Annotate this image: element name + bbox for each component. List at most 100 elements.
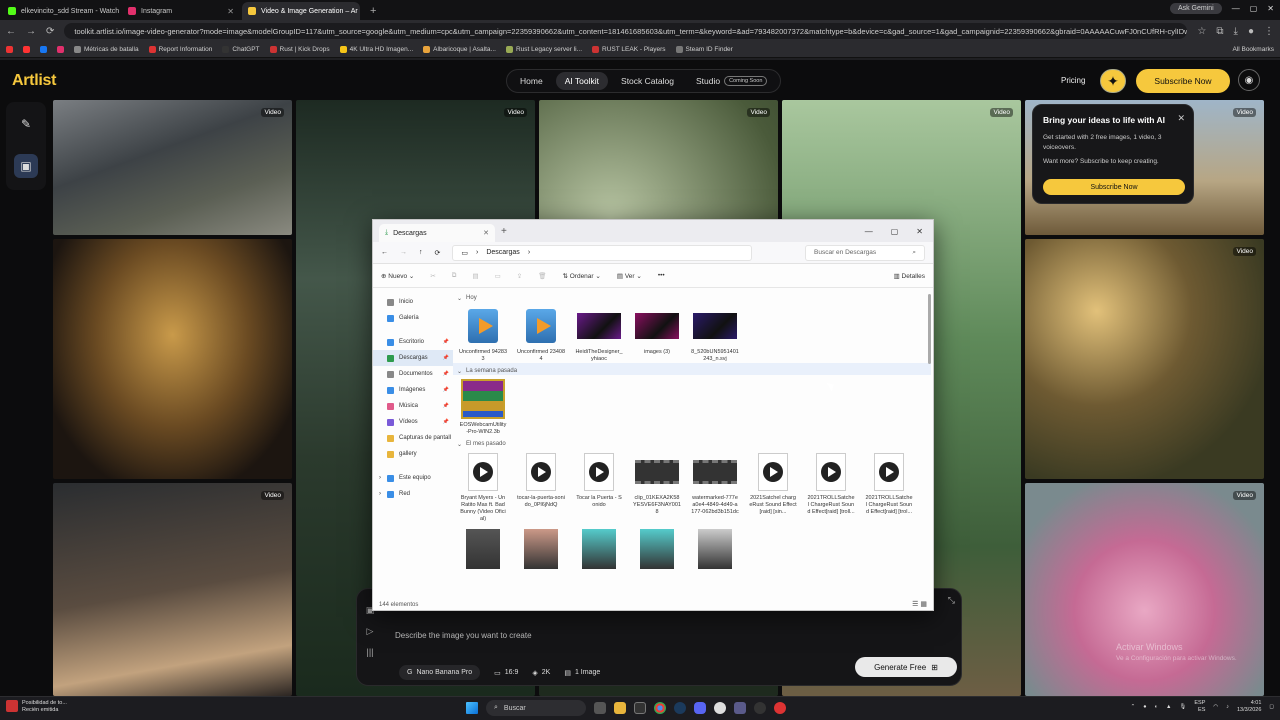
file-item[interactable] [459,529,507,569]
pricing-link[interactable]: Pricing [1061,76,1085,85]
browser-tab[interactable]: Instagram ✕ [122,2,240,20]
bookmark-item[interactable]: Report Information [148,46,212,53]
file-item[interactable]: Unconfirmed 942833 [459,306,507,363]
tray-chevron-icon[interactable]: ⌃ [1131,704,1136,710]
tray-app-icon[interactable]: ◐ [1155,704,1158,710]
file-item[interactable]: HeidiTheDesigner_yhiaoc [575,306,623,363]
bookmark-item[interactable]: RUST LEAK - Players [592,46,666,53]
sidebar-item-documentos[interactable]: Documentos 📌 [373,366,453,382]
discord-icon[interactable] [694,702,706,714]
download-icon[interactable]: ⤓ [1234,26,1238,37]
share-icon[interactable]: ⇪ [517,272,522,280]
paste-icon[interactable]: ▤ [472,272,478,280]
model-selector[interactable]: G Nano Banana Pro [399,665,481,680]
up-icon[interactable]: ↑ [419,249,423,256]
details-button[interactable]: ▥ Detalles [894,272,925,280]
reload-icon[interactable]: ⟳ [46,26,54,37]
bookmark-item[interactable] [40,46,47,53]
language-indicator[interactable]: ESP ES [1194,700,1205,714]
group-header[interactable]: ⌄ Hoy [453,290,931,302]
all-bookmarks-link[interactable]: All Bookmarks [1232,46,1274,53]
back-icon[interactable]: ← [6,26,16,37]
file-explorer-icon[interactable] [614,702,626,714]
explorer-search-input[interactable]: Buscar en Descargas ⌕ [805,244,925,261]
path-breadcrumb[interactable]: ▭ › Descargas › [452,244,753,261]
sidebar-item-galería[interactable]: Galería [373,310,453,326]
edit-icon[interactable]: ✎ [14,112,38,136]
file-item[interactable]: EOSWebcamUtility-Pro-WIN2.3b [459,379,507,436]
forward-icon[interactable]: → [400,249,407,256]
sidebar-item-escritorio[interactable]: Escritorio 📌 [373,334,453,350]
notifications-icon[interactable]: ◻ [1269,704,1274,710]
view-button[interactable]: ▤ Ver ⌄ [617,272,642,280]
windows-start-icon[interactable] [466,702,478,714]
refresh-icon[interactable]: ⟳ [435,249,441,257]
app-icon[interactable] [714,702,726,714]
bookmark-item[interactable] [6,46,13,53]
sidebar-item-vídeos[interactable]: Vídeos 📌 [373,414,453,430]
new-tab-button[interactable]: + [362,2,384,20]
ask-gemini-button[interactable]: Ask Gemini [1169,3,1222,14]
bookmark-item[interactable]: Steam ID Finder [675,46,733,53]
browser-tab[interactable]: elkevincito_sdd Stream - Watch✕ [2,2,120,20]
chevron-right-icon[interactable]: › [379,491,381,497]
new-button[interactable]: ⊕ Nuevo ⌄ [381,272,414,280]
file-item[interactable]: Unconfirmed 234084 [517,306,565,363]
tray-app-icon[interactable]: ▲ [1166,704,1171,710]
bookmark-item[interactable]: Métricas de batalla [74,46,139,53]
bookmark-star-icon[interactable]: ☆ [1197,26,1206,37]
artlist-logo[interactable]: Artlist [12,72,56,90]
nav-home[interactable]: Home [511,72,552,90]
close-promo-icon[interactable]: ✕ [1177,113,1185,124]
sort-button[interactable]: ⇅ Ordenar ⌄ [562,272,600,280]
audio-mode-icon[interactable]: ||| [366,647,373,657]
clock[interactable]: 4:01 13/3/2026 [1237,700,1261,714]
gallery-tile-car-crash[interactable]: Video [53,100,292,235]
file-item[interactable] [575,529,623,569]
create-plus-button[interactable]: ✦ [1100,69,1126,93]
mic-icon[interactable]: 🎙 [1179,704,1186,710]
sidebar-item-música[interactable]: Música 📌 [373,398,453,414]
file-item[interactable]: Tocar la Puerta - Sonido [575,452,623,523]
chevron-right-icon[interactable]: › [379,475,381,481]
bookmark-item[interactable]: Rust Legacy server li... [505,46,582,53]
back-icon[interactable]: ← [381,249,388,256]
wifi-icon[interactable]: ◠ [1213,704,1218,710]
sidebar-item-gallery[interactable]: gallery [373,446,453,462]
file-item[interactable]: 2021TROLLSatchel ChargeRust Sound Effect… [807,452,855,523]
gallery-tile-wrestling[interactable] [53,239,292,479]
menu-icon[interactable]: ⋮ [1264,26,1274,37]
volume-icon[interactable]: ♪ [1226,704,1229,710]
gallery-tile-dinosaur-kids[interactable]: Video [1025,239,1264,479]
minimize-icon[interactable]: — [865,227,873,236]
file-item[interactable] [633,529,681,569]
bookmark-item[interactable] [23,46,30,53]
file-item[interactable] [691,529,739,569]
extensions-icon[interactable]: ⧉ [1216,26,1223,37]
bookmark-item[interactable]: 4K Ultra HD Imagen... [339,46,413,53]
generate-free-button[interactable]: Generate Free ⊞ [855,657,957,677]
taskbar-search[interactable]: ⌕ Buscar [486,700,586,716]
file-item[interactable] [517,529,565,569]
count-selector[interactable]: ▤ 1 Image [564,669,600,677]
gallery-tile-camera[interactable]: Video [53,483,292,696]
profile-icon[interactable]: ● [1248,26,1254,37]
app-icon[interactable] [774,702,786,714]
app-icon[interactable] [734,702,746,714]
group-header[interactable]: ⌄ La semana pasada [453,363,931,375]
group-header[interactable]: ⌄ El mes pasado [453,436,931,448]
explorer-tab[interactable]: ⤓ Descargas ✕ [379,224,495,242]
browser-tab[interactable]: Video & Image Generation – Ar✕ [242,2,360,20]
user-avatar-icon[interactable]: ◉ [1238,69,1260,91]
sidebar-item-capturas-de-pantall[interactable]: Capturas de pantall [373,430,453,446]
scrollbar[interactable] [928,294,931,364]
bookmark-item[interactable]: Albaricoque | Asalta... [423,46,496,53]
ratio-selector[interactable]: ▭ 16:9 [494,669,518,677]
file-item[interactable]: 2021Satchel chargeRust Sound Effect[raid… [749,452,797,523]
sidebar-item-imágenes[interactable]: Imágenes 📌 [373,382,453,398]
prompt-input[interactable]: Describe the image you want to create [395,631,532,640]
close-icon[interactable]: ✕ [916,227,923,236]
cut-icon[interactable]: ✂ [430,272,435,280]
subscribe-now-button[interactable]: Subscribe Now [1136,69,1230,93]
nav-stock-catalog[interactable]: Stock Catalog [612,72,683,90]
